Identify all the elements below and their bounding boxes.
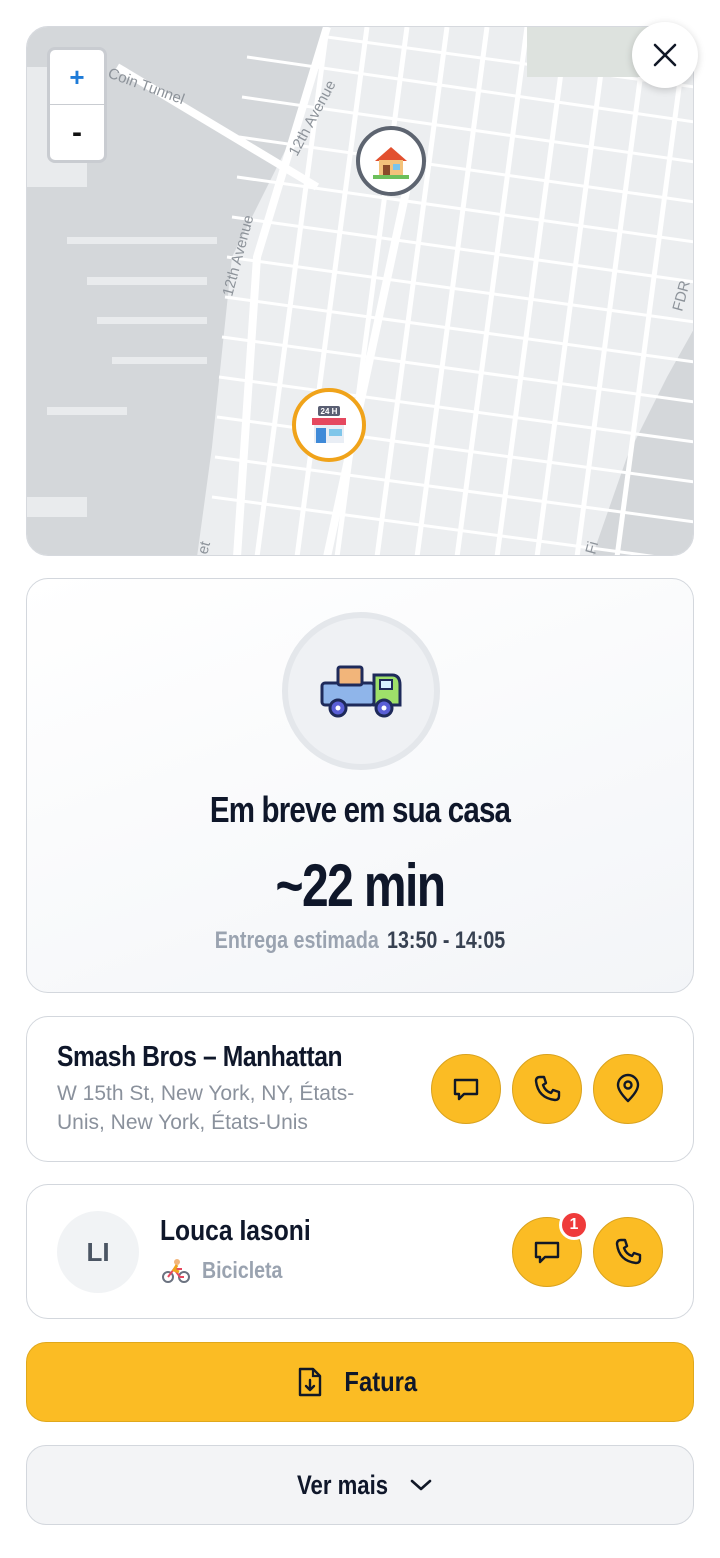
- chevron-down-icon: [410, 1479, 431, 1491]
- home-marker[interactable]: [356, 126, 426, 196]
- eta-estimate-row: Entrega estimada 13:50 - 14:05: [87, 927, 633, 955]
- unread-badge: 1: [559, 1210, 589, 1240]
- restaurant-chat-button[interactable]: [431, 1054, 501, 1124]
- delivery-map[interactable]: Coin Tunnel 12th Avenue 12th Avenue FDR …: [26, 26, 694, 556]
- courier-chat-button[interactable]: 1: [512, 1210, 589, 1287]
- see-more-label: Ver mais: [297, 1469, 389, 1500]
- location-pin-icon: [616, 1073, 640, 1103]
- courier-avatar: LI: [57, 1211, 139, 1293]
- invoice-label: Fatura: [344, 1366, 418, 1397]
- map-tiles: Coin Tunnel 12th Avenue 12th Avenue FDR …: [27, 27, 693, 555]
- eta-title: Em breve em sua casa: [209, 789, 511, 830]
- restaurant-call-button[interactable]: [512, 1054, 582, 1124]
- courier-vehicle-label: Bicicleta: [202, 1257, 283, 1283]
- close-icon: [653, 43, 677, 67]
- eta-estimate-window: 13:50 - 14:05: [387, 927, 506, 954]
- file-download-icon: [299, 1367, 322, 1397]
- courier-name: Louca Iasoni: [160, 1215, 311, 1247]
- svg-text:24 H: 24 H: [321, 407, 338, 416]
- invoice-button[interactable]: Fatura: [26, 1342, 694, 1422]
- eta-card: Em breve em sua casa ~22 min Entrega est…: [26, 578, 694, 993]
- truck-badge: [282, 612, 440, 770]
- restaurant-name: Smash Bros – Manhattan: [57, 1041, 343, 1073]
- cyclist-icon: [162, 1258, 190, 1283]
- restaurant-card: Smash Bros – Manhattan W 15th St, New Yo…: [26, 1016, 694, 1162]
- house-icon: [373, 147, 409, 179]
- store-24h-icon: 24 H: [312, 406, 346, 443]
- restaurant-location-button[interactable]: [593, 1054, 663, 1124]
- store-marker[interactable]: 24 H: [292, 388, 366, 462]
- chat-icon: [534, 1241, 560, 1264]
- phone-icon: [534, 1075, 561, 1102]
- courier-vehicle: Bicicleta: [162, 1257, 297, 1284]
- phone-icon: [615, 1238, 642, 1265]
- zoom-out-button[interactable]: -: [50, 105, 104, 160]
- zoom-in-button[interactable]: +: [50, 50, 104, 105]
- chat-icon: [453, 1078, 479, 1101]
- restaurant-address: W 15th St, New York, NY, États-Unis, New…: [57, 1082, 355, 1134]
- courier-call-button[interactable]: [593, 1217, 663, 1287]
- delivery-truck-icon: [320, 665, 402, 718]
- see-more-button[interactable]: Ver mais: [26, 1445, 694, 1525]
- eta-time: ~22 min: [275, 852, 447, 919]
- courier-card: LI Louca Iasoni Bicicleta 1: [26, 1184, 694, 1319]
- close-button[interactable]: [632, 22, 698, 88]
- zoom-control: + -: [47, 47, 107, 163]
- eta-estimate-label: Entrega estimada: [214, 927, 379, 954]
